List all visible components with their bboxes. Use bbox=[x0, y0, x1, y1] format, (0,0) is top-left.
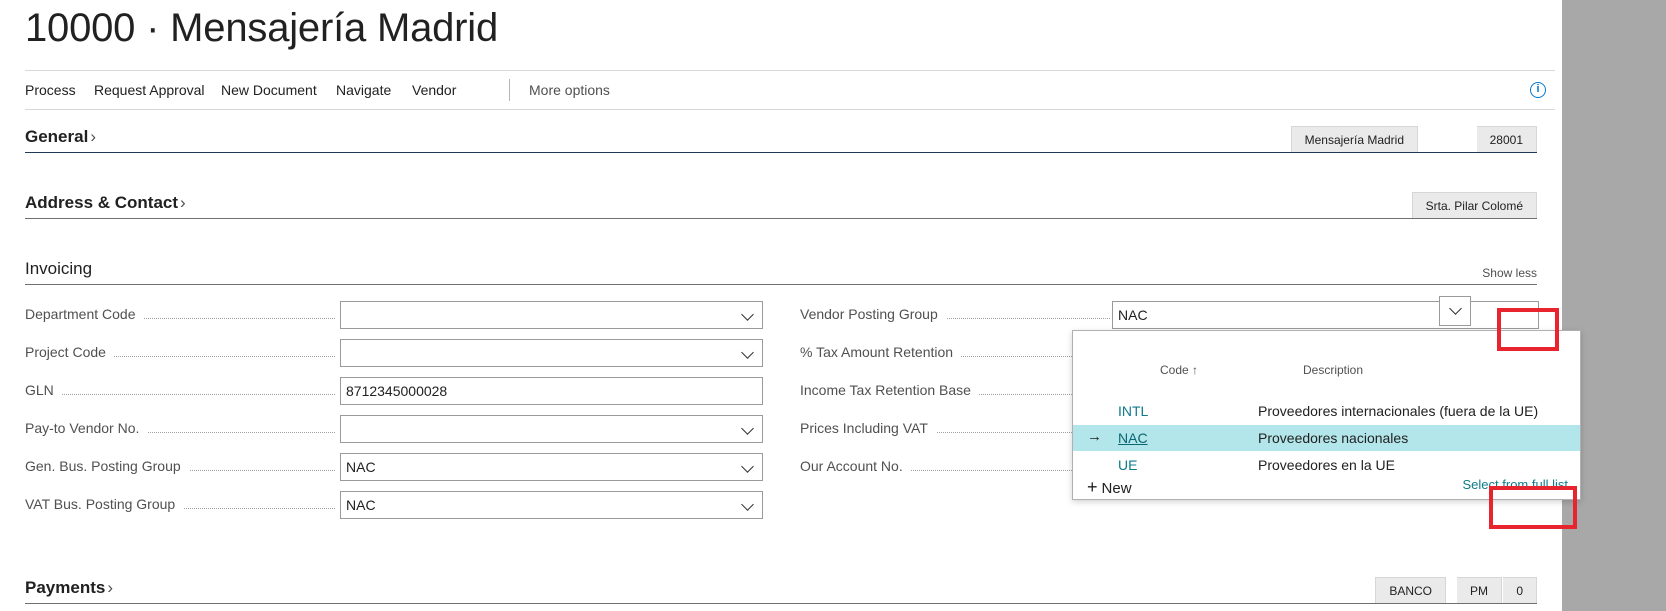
lookup-row[interactable]: UE Proveedores en la UE bbox=[1073, 452, 1580, 478]
lookup-row-code[interactable]: NAC bbox=[1118, 430, 1148, 446]
lookup-row-code[interactable]: UE bbox=[1118, 457, 1137, 473]
vat-bus-posting-group-field: VAT Bus. Posting Group NAC bbox=[25, 491, 763, 519]
project-code-label: Project Code bbox=[25, 344, 114, 360]
pay-to-vendor-input[interactable] bbox=[340, 415, 763, 443]
more-options-action[interactable]: More options bbox=[529, 71, 610, 109]
vendor-posting-group-dropdown-button[interactable] bbox=[1439, 296, 1471, 326]
vendor-posting-group-label: Vendor Posting Group bbox=[800, 306, 946, 322]
chevron-right-icon: › bbox=[180, 193, 186, 212]
navigate-action[interactable]: Navigate bbox=[336, 71, 391, 109]
vendor-posting-group-lookup: Code ↑ Description INTL Proveedores inte… bbox=[1072, 330, 1581, 500]
income-tax-retention-base-field: Income Tax Retention Base bbox=[800, 377, 1072, 405]
payments-title[interactable]: Payments › bbox=[25, 578, 113, 598]
payments-summary-bank: BANCO bbox=[1375, 577, 1446, 603]
department-code-input[interactable] bbox=[340, 301, 763, 329]
right-gutter bbox=[1562, 0, 1666, 611]
chevron-down-icon[interactable] bbox=[741, 460, 754, 473]
new-document-action[interactable]: New Document bbox=[221, 71, 317, 109]
request-approval-action[interactable]: Request Approval bbox=[94, 71, 205, 109]
arrow-right-icon: → bbox=[1087, 428, 1102, 445]
prices-including-vat-label: Prices Including VAT bbox=[800, 420, 936, 436]
chevron-down-icon[interactable] bbox=[741, 308, 754, 321]
action-separator bbox=[509, 79, 510, 101]
our-account-no-field: Our Account No. bbox=[800, 453, 1072, 481]
lookup-row-selected[interactable]: → NAC Proveedores nacionales bbox=[1073, 425, 1580, 451]
gen-bus-posting-group-field: Gen. Bus. Posting Group NAC bbox=[25, 453, 763, 481]
chevron-down-icon[interactable] bbox=[741, 346, 754, 359]
plus-icon: + bbox=[1087, 477, 1098, 497]
chevron-right-icon: › bbox=[107, 578, 113, 597]
income-tax-retention-base-label: Income Tax Retention Base bbox=[800, 382, 979, 398]
process-action[interactable]: Process bbox=[25, 71, 76, 109]
lookup-row-description: Proveedores nacionales bbox=[1258, 430, 1409, 446]
vendor-posting-group-field: Vendor Posting Group NAC bbox=[800, 301, 1539, 329]
gln-input[interactable]: 8712345000028 bbox=[340, 377, 763, 405]
lookup-row-description: Proveedores en la UE bbox=[1258, 457, 1395, 473]
payments-title-label: Payments bbox=[25, 578, 106, 597]
lookup-code-header[interactable]: Code ↑ bbox=[1160, 363, 1198, 377]
gen-bus-posting-group-label: Gen. Bus. Posting Group bbox=[25, 458, 189, 474]
address-fasttab: Address & Contact › Srta. Pilar Colomé bbox=[25, 189, 1537, 219]
invoicing-title[interactable]: Invoicing bbox=[25, 259, 92, 279]
lookup-row-code[interactable]: INTL bbox=[1118, 403, 1148, 419]
general-fasttab: General › Mensajería Madrid 28001 bbox=[25, 123, 1537, 153]
page-title: 10000 · Mensajería Madrid bbox=[25, 6, 499, 50]
general-title-label: General bbox=[25, 127, 89, 146]
address-summary-contact: Srta. Pilar Colomé bbox=[1411, 192, 1537, 218]
vat-bus-posting-group-label: VAT Bus. Posting Group bbox=[25, 496, 184, 512]
prices-including-vat-field: Prices Including VAT bbox=[800, 415, 1072, 443]
gln-label: GLN bbox=[25, 382, 62, 398]
info-icon[interactable]: i bbox=[1530, 82, 1546, 98]
tax-amount-retention-field: % Tax Amount Retention bbox=[800, 339, 1072, 367]
lookup-new-button[interactable]: + New bbox=[1087, 477, 1132, 498]
vendor-action[interactable]: Vendor bbox=[412, 71, 456, 109]
select-from-full-list-link[interactable]: Select from full list bbox=[1463, 477, 1568, 492]
general-summary-name: Mensajería Madrid bbox=[1290, 126, 1418, 152]
department-code-field: Department Code bbox=[25, 301, 763, 329]
lookup-new-label: New bbox=[1101, 480, 1132, 497]
general-title[interactable]: General › bbox=[25, 127, 96, 147]
chevron-down-icon[interactable] bbox=[741, 422, 754, 435]
project-code-field: Project Code bbox=[25, 339, 763, 367]
pay-to-vendor-field: Pay-to Vendor No. bbox=[25, 415, 763, 443]
project-code-input[interactable] bbox=[340, 339, 763, 367]
payments-fasttab: Payments › BANCO PM 0 bbox=[25, 574, 1537, 604]
general-summary-postcode: 28001 bbox=[1476, 126, 1537, 152]
lookup-description-header[interactable]: Description bbox=[1303, 363, 1363, 377]
vendor-posting-group-input[interactable]: NAC bbox=[1112, 301, 1539, 329]
department-code-label: Department Code bbox=[25, 306, 144, 322]
invoicing-fasttab: Invoicing Show less bbox=[25, 255, 1537, 285]
our-account-no-label: Our Account No. bbox=[800, 458, 911, 474]
show-less-link[interactable]: Show less bbox=[1482, 266, 1537, 280]
chevron-down-icon bbox=[1449, 302, 1462, 315]
payments-summary-method: PM bbox=[1457, 577, 1502, 603]
payments-summary-count: 0 bbox=[1503, 577, 1537, 603]
pay-to-vendor-label: Pay-to Vendor No. bbox=[25, 420, 148, 436]
chevron-right-icon: › bbox=[90, 127, 96, 146]
address-title[interactable]: Address & Contact › bbox=[25, 193, 186, 213]
gln-field: GLN 8712345000028 bbox=[25, 377, 763, 405]
tax-amount-retention-label: % Tax Amount Retention bbox=[800, 344, 962, 360]
chevron-down-icon[interactable] bbox=[741, 498, 754, 511]
lookup-row-description: Proveedores internacionales (fuera de la… bbox=[1258, 403, 1539, 419]
dots-leader bbox=[25, 394, 335, 395]
vat-bus-posting-group-input[interactable]: NAC bbox=[340, 491, 763, 519]
gen-bus-posting-group-input[interactable]: NAC bbox=[340, 453, 763, 481]
address-title-label: Address & Contact bbox=[25, 193, 179, 212]
lookup-row[interactable]: INTL Proveedores internacionales (fuera … bbox=[1073, 398, 1580, 424]
action-bar: Process Request Approval New Document Na… bbox=[25, 70, 1555, 110]
